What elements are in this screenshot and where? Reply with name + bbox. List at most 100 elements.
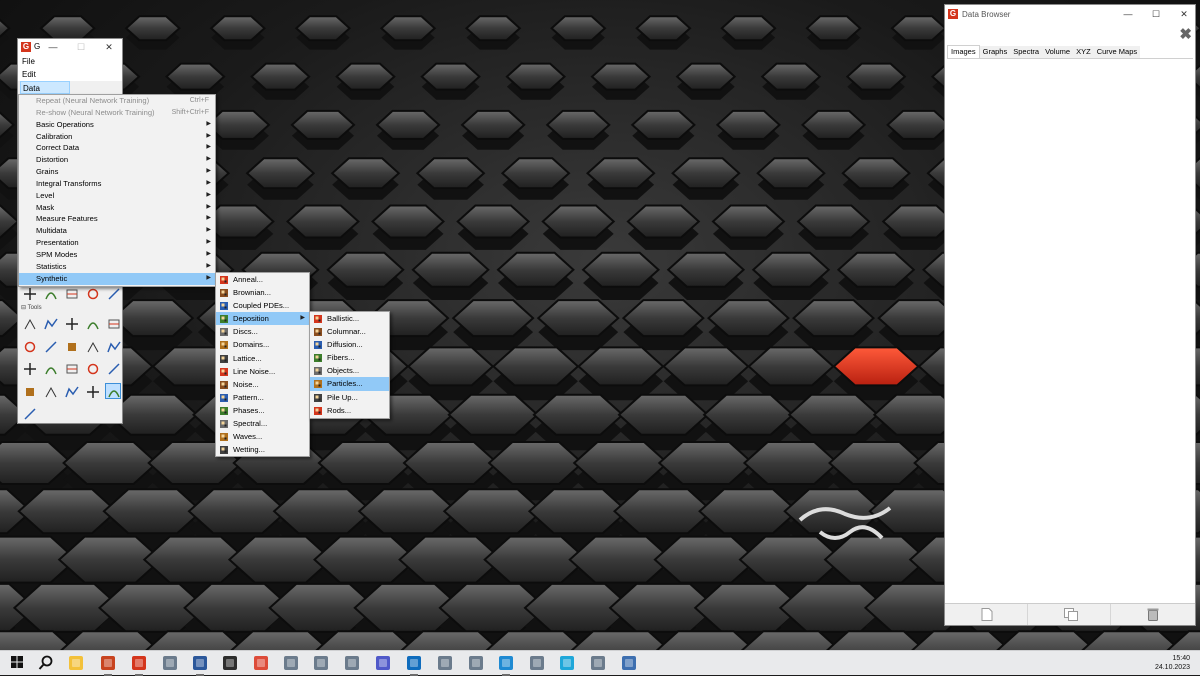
- app-icon[interactable]: [313, 655, 329, 671]
- minimize-button[interactable]: —: [46, 41, 60, 53]
- tool-button[interactable]: [63, 315, 79, 331]
- teams-icon[interactable]: [375, 655, 391, 671]
- menu-item-re-show-neural-network-training[interactable]: Re-show (Neural Network Training)Shift+C…: [19, 107, 215, 119]
- title-bar[interactable]: G G — ☐ ✕: [18, 39, 122, 55]
- tab-images[interactable]: Images: [947, 45, 980, 58]
- app-icon[interactable]: [283, 655, 299, 671]
- vscode-icon[interactable]: [498, 655, 514, 671]
- menu-item-distortion[interactable]: Distortion▶: [19, 154, 215, 166]
- start-icon[interactable]: [10, 655, 26, 671]
- menu-item-discs[interactable]: Discs...: [216, 325, 309, 338]
- menu-item-phases[interactable]: Phases...: [216, 404, 309, 417]
- menu-item-mask[interactable]: Mask▶: [19, 202, 215, 214]
- menu-item-deposition[interactable]: Deposition▶: [216, 312, 309, 325]
- close-button[interactable]: ✕: [1177, 8, 1191, 20]
- menu-item-diffusion[interactable]: Diffusion...: [310, 338, 389, 351]
- tool-button[interactable]: [84, 315, 100, 331]
- tool-button[interactable]: [21, 383, 37, 399]
- menu-item-statistics[interactable]: Statistics▶: [19, 261, 215, 273]
- tool-button[interactable]: [63, 383, 79, 399]
- menu-item-level[interactable]: Level▶: [19, 190, 215, 202]
- tab-xyz[interactable]: XYZ: [1073, 46, 1094, 58]
- app-icon[interactable]: [344, 655, 360, 671]
- menu-item-multidata[interactable]: Multidata▶: [19, 225, 215, 237]
- delete-button[interactable]: [1111, 604, 1194, 625]
- app-icon[interactable]: [529, 655, 545, 671]
- app-icon[interactable]: [590, 655, 606, 671]
- menu-item-synthetic[interactable]: Synthetic▶: [19, 273, 215, 285]
- menu-item-noise[interactable]: Noise...: [216, 378, 309, 391]
- menu-item-anneal[interactable]: Anneal...: [216, 273, 309, 286]
- tool-button[interactable]: [63, 360, 79, 376]
- menu-item-line-noise[interactable]: Line Noise...: [216, 365, 309, 378]
- tool-button[interactable]: [21, 315, 37, 331]
- menu-item-pattern[interactable]: Pattern...: [216, 391, 309, 404]
- tool-button[interactable]: [105, 360, 121, 376]
- tool-button[interactable]: [105, 383, 121, 399]
- tool-button[interactable]: [84, 360, 100, 376]
- tool-button[interactable]: [105, 338, 121, 354]
- file-explorer-icon[interactable]: [68, 655, 84, 671]
- tool-button[interactable]: [42, 338, 58, 354]
- edge-icon[interactable]: [559, 655, 575, 671]
- menu-item-ballistic[interactable]: Ballistic...: [310, 312, 389, 325]
- menu-item-rods[interactable]: Rods...: [310, 404, 389, 417]
- menu-item-fibers[interactable]: Fibers...: [310, 351, 389, 364]
- menu-item-calibration[interactable]: Calibration▶: [19, 131, 215, 143]
- tab-volume[interactable]: Volume: [1042, 46, 1073, 58]
- powerpoint-icon[interactable]: [100, 655, 116, 671]
- app-icon[interactable]: [437, 655, 453, 671]
- app-icon[interactable]: [468, 655, 484, 671]
- tool-button[interactable]: [84, 338, 100, 354]
- menu-item-correct-data[interactable]: Correct Data▶: [19, 142, 215, 154]
- tool-button[interactable]: [21, 338, 37, 354]
- tool-button[interactable]: [105, 285, 121, 301]
- menu-item-wetting[interactable]: Wetting...: [216, 443, 309, 456]
- tool-button[interactable]: [63, 338, 79, 354]
- terminal-icon[interactable]: [222, 655, 238, 671]
- menu-data-process[interactable]: Data Process: [20, 81, 70, 94]
- tool-button[interactable]: [84, 383, 100, 399]
- tool-button[interactable]: [63, 285, 79, 301]
- app-icon[interactable]: [162, 655, 178, 671]
- menu-item-waves[interactable]: Waves...: [216, 430, 309, 443]
- tool-button[interactable]: [105, 315, 121, 331]
- menu-item-repeat-neural-network-training[interactable]: Repeat (Neural Network Training)Ctrl+F: [19, 95, 215, 107]
- tool-button[interactable]: [21, 360, 37, 376]
- menu-item-integral-transforms[interactable]: Integral Transforms▶: [19, 178, 215, 190]
- menu-item-columnar[interactable]: Columnar...: [310, 325, 389, 338]
- menu-item-lattice[interactable]: Lattice...: [216, 352, 309, 365]
- tab-spectra[interactable]: Spectra: [1010, 46, 1042, 58]
- menu-item-measure-features[interactable]: Measure Features▶: [19, 213, 215, 225]
- menu-item-spm-modes[interactable]: SPM Modes▶: [19, 249, 215, 261]
- menu-item-domains[interactable]: Domains...: [216, 338, 309, 351]
- menu-item-coupled-pdes[interactable]: Coupled PDEs...: [216, 299, 309, 312]
- gwyddion-icon[interactable]: [131, 655, 147, 671]
- maximize-button[interactable]: ☐: [1149, 8, 1163, 20]
- tab-curve-maps[interactable]: Curve Maps: [1094, 46, 1140, 58]
- data-browser-window[interactable]: G Data Browser — ☐ ✕ ✖ ImagesGraphsSpect…: [944, 4, 1196, 626]
- menu-item-spectral[interactable]: Spectral...: [216, 417, 309, 430]
- tool-button[interactable]: [42, 315, 58, 331]
- menu-item-brownian[interactable]: Brownian...: [216, 286, 309, 299]
- tool-button[interactable]: [42, 383, 58, 399]
- menu-item-objects[interactable]: Objects...: [310, 364, 389, 377]
- duplicate-button[interactable]: [1028, 604, 1111, 625]
- tool-button[interactable]: [21, 285, 37, 301]
- search-icon[interactable]: [38, 655, 54, 671]
- new-file-button[interactable]: [945, 604, 1028, 625]
- system-clock[interactable]: 15:40 24.10.2023: [1155, 654, 1190, 672]
- close-button[interactable]: ✕: [102, 41, 116, 53]
- tool-button[interactable]: [42, 360, 58, 376]
- tool-button[interactable]: [42, 285, 58, 301]
- title-bar[interactable]: G Data Browser — ☐ ✕: [945, 5, 1195, 23]
- menu-item-particles[interactable]: Particles...: [310, 377, 389, 390]
- close-icon[interactable]: ✖: [1179, 25, 1192, 43]
- menu-file[interactable]: File: [18, 55, 122, 68]
- menu-item-basic-operations[interactable]: Basic Operations▶: [19, 119, 215, 131]
- menu-edit[interactable]: Edit: [18, 68, 122, 81]
- chrome-icon[interactable]: [253, 655, 269, 671]
- outlook-icon[interactable]: [406, 655, 422, 671]
- tab-graphs[interactable]: Graphs: [980, 46, 1011, 58]
- calculator-icon[interactable]: [621, 655, 637, 671]
